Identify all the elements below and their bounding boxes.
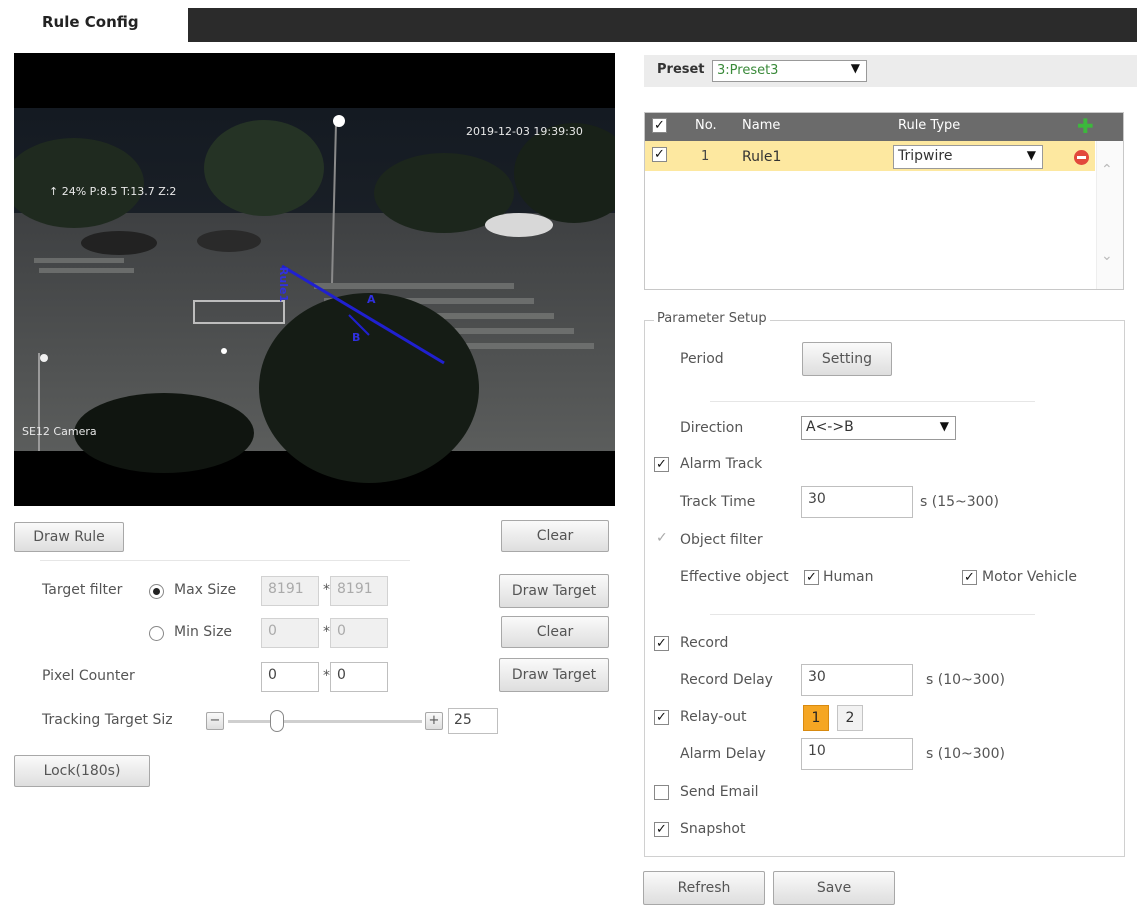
- chevron-down-icon: ▼: [850, 61, 860, 75]
- col-no-header: No.: [695, 118, 717, 133]
- pixel-times-sign: *: [323, 668, 330, 684]
- tab-rule-config[interactable]: Rule Config: [14, 8, 188, 42]
- scroll-down-icon[interactable]: ⌄: [1101, 248, 1113, 264]
- clear-target-button[interactable]: Clear: [501, 616, 609, 648]
- clear-rule-button[interactable]: Clear: [501, 520, 609, 552]
- delete-rule-icon[interactable]: [1074, 150, 1089, 165]
- save-button[interactable]: Save: [773, 871, 895, 905]
- divider: [40, 560, 410, 561]
- lock-button[interactable]: Lock(180s): [14, 755, 150, 787]
- preset-select[interactable]: 3:Preset3 ▼: [712, 60, 867, 82]
- divider: [710, 614, 1035, 615]
- track-time-range: s (15~300): [920, 494, 999, 510]
- preset-label: Preset: [657, 62, 705, 77]
- period-setting-button[interactable]: Setting: [802, 342, 892, 376]
- tracking-decrease-button[interactable]: −: [206, 712, 224, 730]
- object-filter-label: Object filter: [680, 532, 763, 548]
- alarm-delay-range: s (10~300): [926, 746, 1005, 762]
- direction-select[interactable]: A<->B ▼: [801, 416, 956, 440]
- motor-vehicle-checkbox[interactable]: ✓: [962, 570, 977, 585]
- video-preview[interactable]: 2019-12-03 19:39:30 ↑ 24% P:8.5 T:13.7 Z…: [14, 53, 615, 506]
- max-times-sign: *: [323, 582, 330, 598]
- tracking-size-field[interactable]: 25: [448, 708, 498, 734]
- chevron-down-icon: ▼: [939, 419, 949, 433]
- effective-object-label: Effective object: [680, 569, 789, 585]
- rule-row-no: 1: [701, 149, 710, 164]
- select-all-checkbox[interactable]: ✓: [652, 118, 667, 133]
- record-delay-label: Record Delay: [680, 672, 773, 688]
- snapshot-label: Snapshot: [680, 821, 746, 837]
- video-osd-info: ↑ 24% P:8.5 T:13.7 Z:2: [49, 185, 177, 198]
- chevron-down-icon: ▼: [1026, 148, 1036, 162]
- relay-out-checkbox[interactable]: ✓: [654, 710, 669, 725]
- track-time-label: Track Time: [680, 494, 756, 510]
- max-height-field: 8191: [330, 576, 388, 606]
- max-size-radio[interactable]: [149, 584, 164, 599]
- pixel-width-field[interactable]: 0: [261, 662, 319, 692]
- max-size-label: Max Size: [174, 582, 237, 598]
- video-camera-label: SE12 Camera: [22, 425, 97, 438]
- min-times-sign: *: [323, 624, 330, 640]
- tripwire-side-b: B: [352, 331, 361, 344]
- send-email-label: Send Email: [680, 784, 759, 800]
- direction-label: Direction: [680, 420, 744, 436]
- divider: [710, 401, 1035, 402]
- add-rule-icon[interactable]: ✚: [1077, 116, 1094, 136]
- rule-table-header: [645, 113, 1123, 141]
- draw-pixel-target-button[interactable]: Draw Target: [499, 658, 609, 692]
- parameter-setup-legend: Parameter Setup: [654, 311, 770, 326]
- draw-rule-button[interactable]: Draw Rule: [14, 522, 124, 552]
- min-width-field: 0: [261, 618, 319, 648]
- alarm-delay-label: Alarm Delay: [680, 746, 766, 762]
- pixel-counter-label: Pixel Counter: [42, 668, 135, 684]
- relay-2-button[interactable]: 2: [837, 705, 863, 731]
- tracking-slider-thumb[interactable]: [270, 710, 284, 732]
- pixel-height-field[interactable]: 0: [330, 662, 388, 692]
- col-name-header: Name: [742, 118, 781, 133]
- preset-select-value: 3:Preset3: [717, 63, 779, 78]
- tripwire-side-a: A: [367, 293, 376, 306]
- record-delay-range: s (10~300): [926, 672, 1005, 688]
- relay-out-label: Relay-out: [680, 709, 747, 725]
- record-checkbox[interactable]: ✓: [654, 636, 669, 651]
- tracking-slider-track[interactable]: [228, 720, 422, 723]
- alarm-delay-field[interactable]: 10: [801, 738, 913, 770]
- alarm-track-label: Alarm Track: [680, 456, 763, 472]
- object-filter-checkmark[interactable]: ✓: [656, 530, 668, 546]
- track-time-field[interactable]: 30: [801, 486, 913, 518]
- max-width-field: 8191: [261, 576, 319, 606]
- video-timestamp: 2019-12-03 19:39:30: [466, 125, 583, 138]
- scroll-up-icon[interactable]: ⌃: [1101, 162, 1113, 178]
- draw-target-button[interactable]: Draw Target: [499, 574, 609, 608]
- snapshot-checkbox[interactable]: ✓: [654, 822, 669, 837]
- video-scene: [14, 108, 615, 483]
- record-label: Record: [680, 635, 729, 651]
- human-label: Human: [823, 569, 874, 585]
- min-size-label: Min Size: [174, 624, 233, 640]
- min-height-field: 0: [330, 618, 388, 648]
- rule-type-select-value: Tripwire: [898, 148, 953, 164]
- human-checkbox[interactable]: ✓: [804, 570, 819, 585]
- motor-vehicle-label: Motor Vehicle: [982, 569, 1077, 585]
- alarm-track-checkbox[interactable]: ✓: [654, 457, 669, 472]
- tracking-increase-button[interactable]: +: [425, 712, 443, 730]
- refresh-button[interactable]: Refresh: [643, 871, 765, 905]
- record-delay-field[interactable]: 30: [801, 664, 913, 696]
- target-filter-label: Target filter: [42, 582, 123, 598]
- relay-1-button[interactable]: 1: [803, 705, 829, 731]
- direction-select-value: A<->B: [806, 419, 854, 435]
- rule-type-select[interactable]: Tripwire ▼: [893, 145, 1043, 169]
- col-rule-type-header: Rule Type: [898, 118, 961, 133]
- rule-row-name: Rule1: [742, 149, 782, 165]
- min-size-radio[interactable]: [149, 626, 164, 641]
- tracking-target-size-label: Tracking Target Siz: [42, 712, 173, 728]
- rule-row-checkbox[interactable]: ✓: [652, 147, 667, 162]
- period-label: Period: [680, 351, 724, 367]
- tripwire-rule-label: Rule1: [277, 266, 291, 303]
- send-email-checkbox[interactable]: [654, 785, 669, 800]
